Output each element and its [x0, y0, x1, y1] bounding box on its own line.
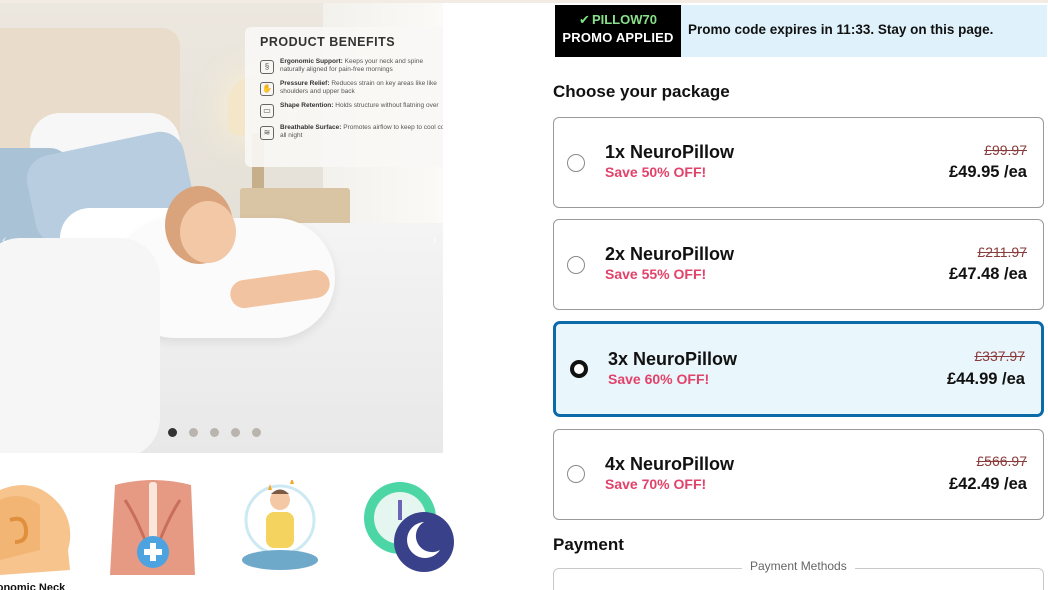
package-discount: Save 60% OFF! — [608, 371, 710, 387]
payment-methods-label: Payment Methods — [742, 559, 855, 573]
benefits-title: PRODUCT BENEFITS — [260, 35, 396, 49]
back-spine-icon — [110, 480, 195, 575]
radio-button[interactable] — [567, 154, 585, 172]
meditation-icon — [242, 480, 318, 570]
package-old-price: £566.97 — [976, 453, 1027, 469]
promo-expiry-message: Promo code expires in 11:33. Stay on thi… — [688, 22, 994, 37]
carousel-dot[interactable] — [189, 428, 198, 437]
package-name: 3x NeuroPillow — [608, 349, 738, 369]
product-image-carousel[interactable]: PRODUCT BENEFITS § Ergonomic Support: Ke… — [0, 3, 443, 453]
carousel-dot[interactable] — [252, 428, 261, 437]
benefit-title: Shape Retention: — [280, 102, 334, 109]
carousel-dot[interactable] — [231, 428, 240, 437]
promo-code-badge: ✔ PILLOW70 PROMO APPLIED — [555, 5, 681, 57]
sleep-clock-icon — [364, 482, 454, 572]
hand-icon: ✋ — [260, 82, 274, 96]
benefit-item: ≋ Breathable Surface: Promotes airflow t… — [260, 124, 443, 140]
radio-button-selected[interactable] — [570, 360, 588, 378]
package-price: £44.99 /ea — [947, 370, 1025, 388]
airflow-icon: ≋ — [260, 126, 274, 140]
package-price: £47.48 /ea — [949, 265, 1027, 283]
package-price: £49.95 /ea — [949, 163, 1027, 181]
package-old-price: £99.97 — [984, 142, 1027, 158]
spine-icon: § — [260, 60, 274, 74]
package-discount: Save 55% OFF! — [605, 266, 707, 282]
benefit-title: Pressure Relief: — [280, 80, 330, 87]
carousel-dots — [168, 428, 261, 437]
package-discount: Save 50% OFF! — [605, 164, 707, 180]
product-benefits-panel: PRODUCT BENEFITS § Ergonomic Support: Ke… — [245, 27, 443, 167]
package-option-4[interactable]: 4x NeuroPillow Save 70% OFF! £566.97 £42… — [553, 429, 1044, 520]
package-name: 4x NeuroPillow — [605, 454, 735, 474]
pillow-shape-icon: ▭ — [260, 104, 274, 118]
package-discount: Save 70% OFF! — [605, 476, 707, 492]
payment-section-title: Payment — [553, 535, 624, 554]
radio-button[interactable] — [567, 465, 585, 483]
promo-code: PILLOW70 — [591, 12, 657, 27]
benefit-title: Ergonomic Support: — [280, 58, 343, 65]
duvet — [0, 238, 160, 453]
promo-status: PROMO APPLIED — [562, 30, 674, 45]
benefit-item: ▭ Shape Retention: Holds structure witho… — [260, 102, 443, 118]
benefit-item: § Ergonomic Support: Keeps your neck and… — [260, 58, 443, 74]
package-section-title: Choose your package — [553, 82, 730, 101]
feature-icons-row — [0, 480, 460, 590]
package-option-1[interactable]: 1x NeuroPillow Save 50% OFF! £99.97 £49.… — [553, 117, 1044, 208]
carousel-dot[interactable] — [168, 428, 177, 437]
carousel-prev-icon[interactable]: ‹ — [2, 231, 7, 247]
benefit-desc: Holds structure without flatning over — [335, 102, 439, 109]
checkmark-icon: ✔ — [579, 12, 590, 27]
package-name: 1x NeuroPillow — [605, 142, 735, 162]
feature-caption: gonomic Neck — [0, 582, 66, 590]
package-old-price: £337.97 — [974, 348, 1025, 364]
benefit-title: Breathable Surface: — [280, 124, 342, 131]
package-price: £42.49 /ea — [949, 475, 1027, 493]
package-old-price: £211.97 — [977, 244, 1027, 260]
benefit-item: ✋ Pressure Relief: Reduces strain on key… — [260, 80, 443, 96]
package-option-2[interactable]: 2x NeuroPillow Save 55% OFF! £211.97 £47… — [553, 219, 1044, 310]
package-name: 2x NeuroPillow — [605, 244, 735, 264]
package-option-3[interactable]: 3x NeuroPillow Save 60% OFF! £337.97 £44… — [553, 321, 1044, 417]
ear-neck-icon — [0, 485, 71, 575]
sleeper-face — [180, 201, 236, 263]
carousel-next-icon[interactable]: › — [432, 231, 437, 247]
radio-button[interactable] — [567, 256, 585, 274]
carousel-dot[interactable] — [210, 428, 219, 437]
